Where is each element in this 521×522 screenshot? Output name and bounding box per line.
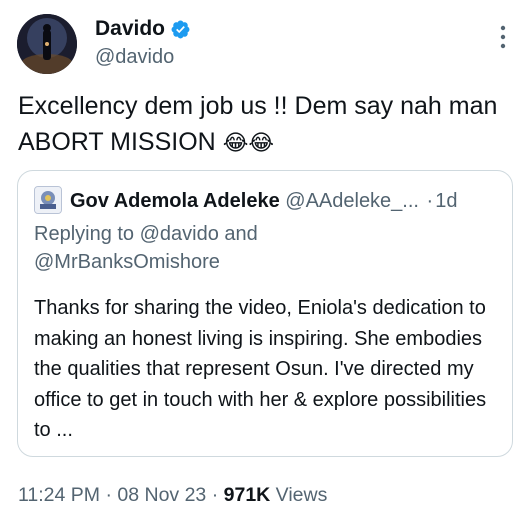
verified-badge-icon xyxy=(171,20,190,38)
tweet-meta: 11:24 PM · 08 Nov 23 · 971K Views xyxy=(18,482,327,508)
tweet-date[interactable]: 08 Nov 23 xyxy=(117,484,206,506)
separator-dot: · xyxy=(426,190,434,212)
tweet-text: Excellency dem job us !! Dem say nah man… xyxy=(18,88,508,161)
quoted-body: Thanks for sharing the video, Eniola's d… xyxy=(34,297,487,441)
author-handle[interactable]: @davido xyxy=(95,45,174,69)
quoted-header: Gov Ademola Adeleke @AAdeleke_... · 1d xyxy=(70,188,457,214)
tweet-card: Davido @davido Excellency dem job us !! … xyxy=(0,0,521,522)
replying-to-line-2: @MrBanksOmishore xyxy=(34,251,220,273)
quoted-author-name[interactable]: Gov Ademola Adeleke xyxy=(70,190,280,212)
quoted-author-handle[interactable]: @AAdeleke_... xyxy=(285,190,419,212)
tweet-time[interactable]: 11:24 PM xyxy=(18,484,100,506)
replying-to: Replying to @davido and @MrBanksOmishore xyxy=(34,220,494,276)
meta-separator: · xyxy=(211,484,219,506)
views-count[interactable]: 971K xyxy=(224,484,271,506)
quoted-tweet[interactable]: Gov Ademola Adeleke @AAdeleke_... · 1d Re… xyxy=(17,170,513,457)
author-avatar[interactable] xyxy=(17,14,77,74)
quoted-author-avatar[interactable] xyxy=(34,186,62,214)
replying-to-line-1: Replying to @davido and xyxy=(34,223,258,245)
views-label: Views xyxy=(275,484,328,506)
more-options-icon[interactable] xyxy=(499,24,507,50)
quoted-timestamp[interactable]: 1d xyxy=(435,190,457,212)
meta-separator: · xyxy=(105,484,112,506)
seal-icon xyxy=(35,187,61,213)
avatar-image xyxy=(17,14,77,74)
author-name-row[interactable]: Davido xyxy=(95,16,191,42)
author-name[interactable]: Davido xyxy=(95,16,165,42)
laughing-emoji: 😂😂 xyxy=(222,130,275,155)
